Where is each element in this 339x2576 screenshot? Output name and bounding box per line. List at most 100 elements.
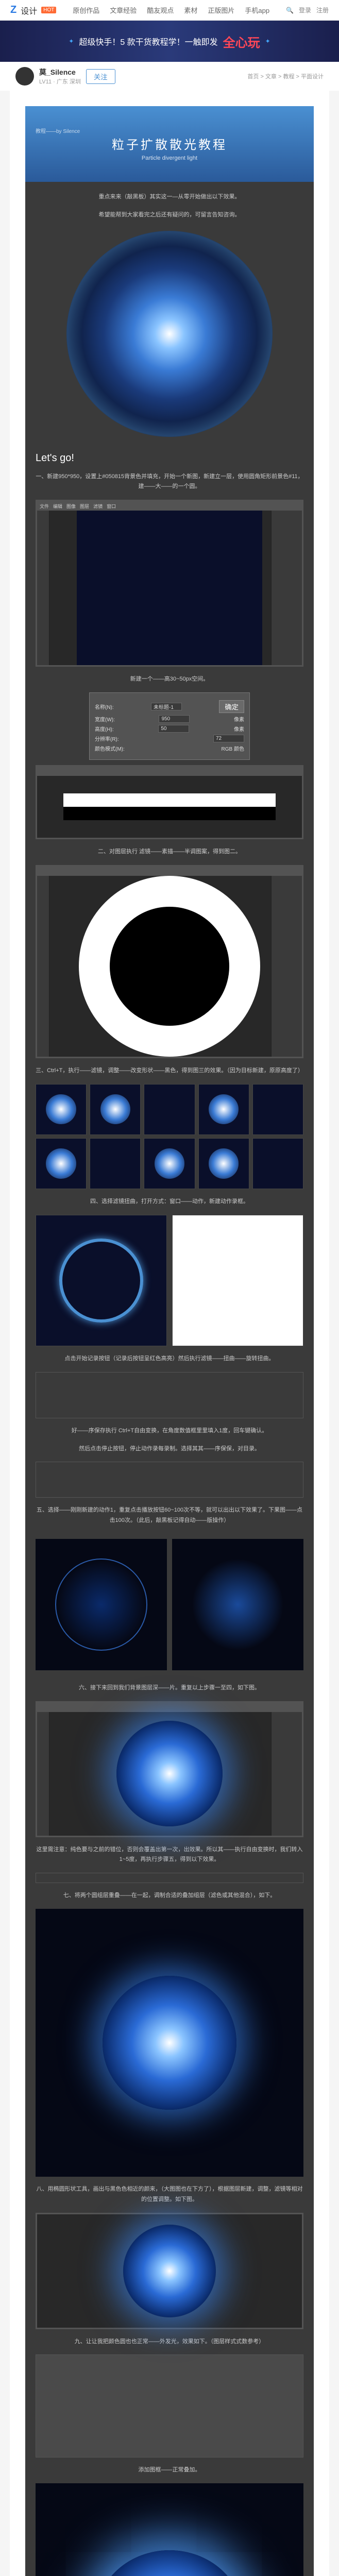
promo-banner[interactable]: ✦ 超级快手！5 款干货教程学！一触即发 全心玩 ✦ (0, 21, 339, 62)
step-13-text: 八、用椭圆形状工具，画出与黑色色相近的颜来，（大图图也在下方了），根据图层新建，… (36, 2184, 303, 2205)
thumb-8 (144, 1138, 195, 1189)
intro-text-1: 重点来来（敲黑板）其实这一—从零开始做出以下效果。 (36, 192, 303, 202)
dlg-width-input (159, 715, 190, 723)
tutorial-body: 教程——by Silence 粒子扩散散光教程 Particle diverge… (25, 106, 314, 2576)
lets-go-label: Let's go! (36, 452, 303, 464)
layer-style-dialog (36, 2354, 303, 2458)
author-name[interactable]: 莫_Silence (39, 67, 81, 77)
actions-panel-shot-2 (36, 1462, 303, 1498)
step-8-text: 然后点击停止按钮，停止动作录每录制。选择其其——序保保，对目录。 (36, 1444, 303, 1454)
step-10-text: 六、接下来回到我们背景图层深——片。重复以上步骤一至四，如下图。 (36, 1683, 303, 1693)
dlg-mode-value: RGB 颜色 (222, 744, 244, 752)
nav-images[interactable]: 正版图片 (208, 5, 234, 15)
step-11-text: 这里需注意：纯色要与之前的错位，否则会覆盖出第一次，出效果。所以其——执行自由变… (36, 1845, 303, 1866)
ps-sidebar-3 (271, 876, 302, 1057)
polar-thumb-2 (172, 1215, 303, 1346)
ps-screenshot-3 (36, 865, 303, 1058)
step-4-text: 三、Ctrl+T，执行——滤镜，调整——改变形状——黑色，得到图三的效果。（因为… (36, 1066, 303, 1076)
ps-sidebar-4 (271, 1712, 302, 1836)
ps-menu-window: 窗口 (107, 503, 116, 510)
dlg-width-label: 宽度(W): (95, 715, 115, 723)
tutorial-title-en: Particle divergent light (36, 155, 303, 161)
dlg-name-input (151, 703, 182, 710)
nav-articles[interactable]: 文章经验 (110, 5, 137, 15)
step-14-text: 九、让让我把颜色圆也也正常——外发光，效果如下。（图层样式式数参考） (36, 2337, 303, 2347)
header-byline: 教程——by Silence (36, 127, 303, 134)
intro-text-2: 希望能帮到大家看完之后还有疑问的，可留言告知咨询。 (36, 210, 303, 221)
ps-canvas-2 (37, 776, 302, 838)
ps-menubar: 文件 编辑 图像 图层 滤镜 窗口 (37, 501, 302, 511)
dlg-res-input (213, 735, 244, 742)
banner-highlight: 全心玩 (223, 32, 260, 50)
twirl-row (36, 1534, 303, 1675)
logo-area: Z 设计 HOT (10, 4, 56, 16)
banner-deco-left: ✦ (69, 38, 74, 45)
ps-menu-edit: 编辑 (53, 503, 62, 510)
polar-thumb-1 (36, 1215, 167, 1346)
actions-panel-shot (36, 1372, 303, 1418)
step-12-text: 七、将两个圆组层重叠——在一起，调制合适的叠加组层（滤色或其他混合），如下。 (36, 1891, 303, 1901)
step-5-text: 四、选择滤镜扭曲，打开方式：窗口——动作，新建动作录框。 (36, 1197, 303, 1207)
final-effect-preview (66, 231, 273, 437)
glow-merged (103, 1976, 236, 2110)
banner-text: 超级快手！5 款干货教程学！一触即发 (79, 35, 217, 47)
dark-canvas (77, 511, 262, 665)
author-level: LV11 (39, 79, 52, 85)
ps-layers-panel (271, 511, 302, 665)
tutorial-header: 教程——by Silence 粒子扩散散光教程 Particle diverge… (25, 106, 314, 182)
dlg-mode-label: 颜色模式(M): (95, 744, 125, 752)
banner-deco-right: ✦ (265, 38, 270, 45)
step-7-text: 好——序保存执行 Ctrl+T自由变换，在角度数值框里里填入1度，回车键确认。 (36, 1426, 303, 1436)
thumb-1 (36, 1084, 87, 1135)
ps-tools-3 (37, 876, 49, 1057)
author-avatar[interactable] (15, 67, 34, 86)
ps-screenshot-1: 文件 编辑 图像 图层 滤镜 窗口 (36, 500, 303, 667)
step-6-text: 点击开始记录按钮（记录后按钮呈红色高亮）然后执行滤镜——扭曲——旋转扭曲。 (36, 1354, 303, 1364)
glow-stage-merged (36, 1909, 303, 2177)
ps-canvas-1 (37, 511, 302, 665)
author-location: 广东 深圳 (57, 79, 81, 85)
glow-outer (96, 2550, 243, 2576)
nav-original[interactable]: 原创作品 (73, 5, 99, 15)
glow-preview-2 (123, 2225, 216, 2317)
thumb-5 (252, 1084, 303, 1135)
step-1-text: 一、新建950*950，设置上#050815背景色并填充，开始一个新图，新建立一… (36, 472, 303, 493)
top-bar: Z 设计 HOT 原创作品 文章经验 酷友观点 素材 正版图片 手机app 🔍 … (0, 0, 339, 21)
ps-canvas-4 (37, 1712, 302, 1836)
glow-preview-1 (116, 1721, 223, 1827)
thumb-10 (252, 1138, 303, 1189)
thumb-6 (36, 1138, 87, 1189)
breadcrumb[interactable]: 首页 > 文章 > 教程 > 平面设计 (247, 72, 324, 80)
ps-screenshot-2 (36, 765, 303, 839)
dlg-name-label: 名称(N): (95, 703, 114, 710)
nav-assets[interactable]: 素材 (184, 5, 197, 15)
ps-menubar-3 (37, 867, 302, 876)
ps-menu-image: 图像 (66, 503, 76, 510)
ps-canvas-5 (37, 2214, 302, 2328)
dlg-height-label: 高度(H): (95, 725, 114, 733)
top-actions: 🔍 登录 注册 (286, 6, 329, 14)
ps-menubar-4 (37, 1703, 302, 1712)
article-content: 教程——by Silence 粒子扩散散光教程 Particle diverge… (10, 91, 329, 2576)
dlg-ok-button: 确定 (219, 700, 244, 713)
nav-views[interactable]: 酷友观点 (147, 5, 174, 15)
ps-canvas-3 (37, 876, 302, 1057)
site-logo-text: 设计 (21, 4, 37, 16)
ps-tools-4 (37, 1712, 49, 1836)
ps-menubar-2 (37, 767, 302, 776)
ps-menu-file: 文件 (40, 503, 49, 510)
site-logo[interactable]: Z (10, 4, 16, 16)
nav-app[interactable]: 手机app (245, 5, 269, 15)
author-bar: 莫_Silence LV11 · 广东 深圳 关注 首页 > 文章 > 教程 >… (0, 62, 339, 91)
search-icon[interactable]: 🔍 (286, 7, 294, 14)
thumbnail-grid-1 (36, 1084, 303, 1189)
thumb-7 (90, 1138, 141, 1189)
ps-menu-filter: 滤镜 (93, 503, 103, 510)
follow-button[interactable]: 关注 (86, 69, 115, 84)
thumb-4 (198, 1084, 249, 1135)
thumb-2 (90, 1084, 141, 1135)
dlg-res-label: 分辨率(R): (95, 735, 119, 742)
register-link[interactable]: 注册 (316, 6, 329, 14)
new-doc-dialog: 名称(N):确定 宽度(W):像素 高度(H):像素 分辨率(R): 颜色模式(… (89, 692, 250, 760)
login-link[interactable]: 登录 (299, 6, 311, 14)
